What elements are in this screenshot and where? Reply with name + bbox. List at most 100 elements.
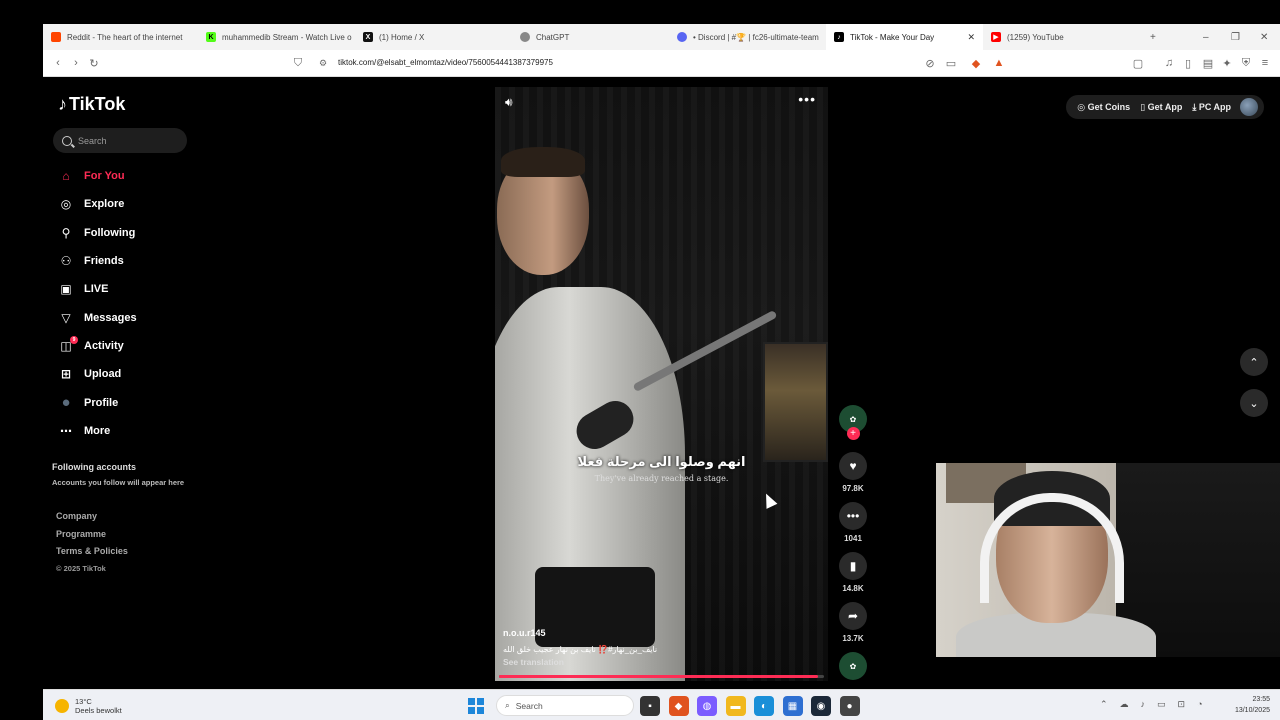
- rewards-icon[interactable]: ▲: [990, 57, 1008, 69]
- footer-link-programme[interactable]: Programme: [56, 529, 128, 547]
- sidebar-item-for-you[interactable]: ⌂ For You: [58, 162, 137, 190]
- clock[interactable]: 23:55 13/10/2025: [1235, 694, 1270, 716]
- sidebar-item-label: Activity: [84, 339, 124, 352]
- start-button[interactable]: [468, 698, 484, 714]
- follow-plus-icon[interactable]: +: [846, 427, 860, 440]
- share-button[interactable]: ➦ 13.7K: [839, 602, 867, 643]
- sidebar-nav: ⌂ For You ◎ Explore ⚲ Following ⚇ Friend…: [58, 162, 137, 445]
- sidebar-item-explore[interactable]: ◎ Explore: [58, 190, 137, 218]
- restore-icon[interactable]: ❐: [1231, 24, 1240, 50]
- reader-icon[interactable]: ▯: [1179, 57, 1197, 70]
- sidebar-item-activity[interactable]: ◫ 9 Activity: [58, 332, 137, 360]
- creator-avatar[interactable]: ✿ +: [839, 405, 867, 440]
- sidebar-item-label: More: [84, 424, 111, 437]
- more-options-icon[interactable]: •••: [798, 91, 816, 107]
- sidebar-item-messages[interactable]: ▽ Messages: [58, 303, 136, 331]
- tiktok-logo[interactable]: ♪ TikTok: [58, 94, 125, 115]
- close-window-icon[interactable]: ✕: [1260, 24, 1268, 50]
- subtitle-english: They've already reached a stage.: [594, 474, 729, 483]
- comment-button[interactable]: ••• 1041: [839, 502, 867, 543]
- reload-icon[interactable]: ↻: [85, 57, 103, 70]
- system-tray[interactable]: ⌃☁♪▭⊡◔: [1100, 699, 1215, 710]
- video-poster: [763, 342, 828, 462]
- store-icon[interactable]: ▦: [782, 696, 803, 716]
- get-coins-button[interactable]: ◎ Get Coins: [1077, 102, 1130, 113]
- see-translation-link[interactable]: See translation: [503, 657, 564, 667]
- taskbar-search[interactable]: ⌕ Search: [496, 695, 634, 716]
- sidebar-icon[interactable]: ▢: [1129, 57, 1147, 70]
- footer-link-company[interactable]: Company: [56, 511, 128, 529]
- sidebar-item-profile[interactable]: ● Profile: [58, 388, 137, 416]
- tab-kick[interactable]: K muhammedib Stream - Watch Live o: [198, 24, 355, 50]
- site-settings-icon[interactable]: ⚙: [314, 58, 332, 69]
- taskbar-search-label: Search: [515, 700, 543, 711]
- chatgpt-icon: [520, 32, 530, 42]
- edge-icon[interactable]: ◐: [754, 696, 774, 716]
- brave-shield-icon[interactable]: ◆: [967, 57, 985, 70]
- sidebar-item-label: Profile: [84, 396, 119, 409]
- reddit-icon: [51, 32, 61, 42]
- save-button[interactable]: ▮ 14.8K: [839, 552, 867, 593]
- sidebar-item-upload[interactable]: ⊞ Upload: [58, 360, 137, 388]
- wallet-icon[interactable]: ▤: [1199, 57, 1217, 70]
- mute-site-icon[interactable]: ⊘: [921, 57, 939, 70]
- tab-discord[interactable]: • Discord | #🏆 | fc26-ultimate-team: [669, 24, 826, 50]
- weather-text: Deels bewolkt: [75, 706, 122, 715]
- next-video-button[interactable]: ⌄: [1240, 389, 1268, 417]
- music-disc[interactable]: ✿: [839, 652, 867, 680]
- mug: [535, 567, 655, 647]
- activity-badge: 9: [70, 335, 78, 344]
- heart-icon: ♥: [839, 452, 867, 480]
- like-button[interactable]: ♥ 97.8K: [839, 452, 867, 493]
- tab-x[interactable]: X (1) Home / X: [355, 24, 512, 50]
- tab-chatgpt[interactable]: ChatGPT: [512, 24, 669, 50]
- video-player[interactable]: 🔊︎ ••• انهم وصلوا الى مرحلة فعلا They've…: [495, 87, 828, 681]
- windows-taskbar: 13°C Deels bewolkt ⌕ Search ▪ ◆ ◍ ▬ ◐ ▦ …: [43, 689, 1280, 720]
- header-actions: ◎ Get Coins ▯ Get App ⤓ PC App: [1066, 95, 1264, 119]
- search-input[interactable]: Search: [53, 128, 187, 153]
- share-icon: ➦: [839, 602, 867, 630]
- task-view-icon[interactable]: ▪: [640, 696, 660, 716]
- minimize-icon[interactable]: –: [1203, 24, 1209, 50]
- tab-tiktok[interactable]: ♪ TikTok - Make Your Day ✕: [826, 24, 983, 50]
- sidebar-item-label: Friends: [84, 255, 124, 268]
- search-placeholder: Search: [78, 135, 107, 146]
- get-app-button[interactable]: ▯ Get App: [1140, 102, 1182, 113]
- forward-icon[interactable]: ›: [67, 57, 85, 69]
- logo-text: TikTok: [69, 94, 126, 114]
- weather-widget[interactable]: 13°C Deels bewolkt: [55, 697, 122, 715]
- sidebar-item-following[interactable]: ⚲ Following: [58, 219, 137, 247]
- new-tab-icon[interactable]: +: [1150, 24, 1156, 50]
- video-author[interactable]: n.o.u.r145: [503, 628, 546, 638]
- cast-icon[interactable]: ▭: [942, 57, 960, 70]
- steam-icon[interactable]: ◉: [811, 696, 831, 716]
- sidebar-item-more[interactable]: ⋯ More: [58, 417, 137, 445]
- copilot-icon[interactable]: ◍: [697, 696, 717, 716]
- tab-reddit[interactable]: Reddit - The heart of the internet: [43, 24, 198, 50]
- menu-icon[interactable]: ≡: [1256, 57, 1274, 69]
- leo-icon[interactable]: ✦: [1218, 57, 1236, 70]
- close-tab-icon[interactable]: ✕: [967, 32, 975, 43]
- brave-icon[interactable]: ◆: [668, 696, 689, 716]
- vpn-icon[interactable]: ⛨: [1237, 57, 1255, 70]
- sidebar-item-live[interactable]: ▣ LIVE: [58, 275, 137, 303]
- pc-app-button[interactable]: ⤓ PC App: [1192, 102, 1231, 113]
- sidebar-item-friends[interactable]: ⚇ Friends: [58, 247, 137, 275]
- bookmark-icon[interactable]: ⛉: [289, 57, 307, 70]
- messages-icon: ▽: [61, 310, 71, 325]
- app-icon[interactable]: ●: [839, 696, 860, 716]
- home-icon: ⌂: [62, 169, 70, 184]
- tab-youtube[interactable]: ▶ (1259) YouTube: [983, 24, 1140, 50]
- tab-label: (1259) YouTube: [1007, 32, 1064, 42]
- url-field[interactable]: tiktok.com/@elsabt_elmomtaz/video/756005…: [338, 58, 553, 67]
- back-icon[interactable]: ‹: [49, 57, 67, 69]
- footer-link-terms[interactable]: Terms & Policies: [56, 546, 128, 564]
- media-icon[interactable]: ♫: [1160, 57, 1178, 69]
- previous-video-button[interactable]: ⌃: [1240, 348, 1268, 376]
- volume-icon[interactable]: 🔊︎: [505, 95, 513, 110]
- avatar[interactable]: [1240, 98, 1258, 116]
- file-explorer-icon[interactable]: ▬: [725, 696, 746, 716]
- video-progress-bar[interactable]: [499, 675, 824, 678]
- tab-label: TikTok - Make Your Day: [850, 32, 935, 42]
- webcam-overlay: [936, 463, 1280, 657]
